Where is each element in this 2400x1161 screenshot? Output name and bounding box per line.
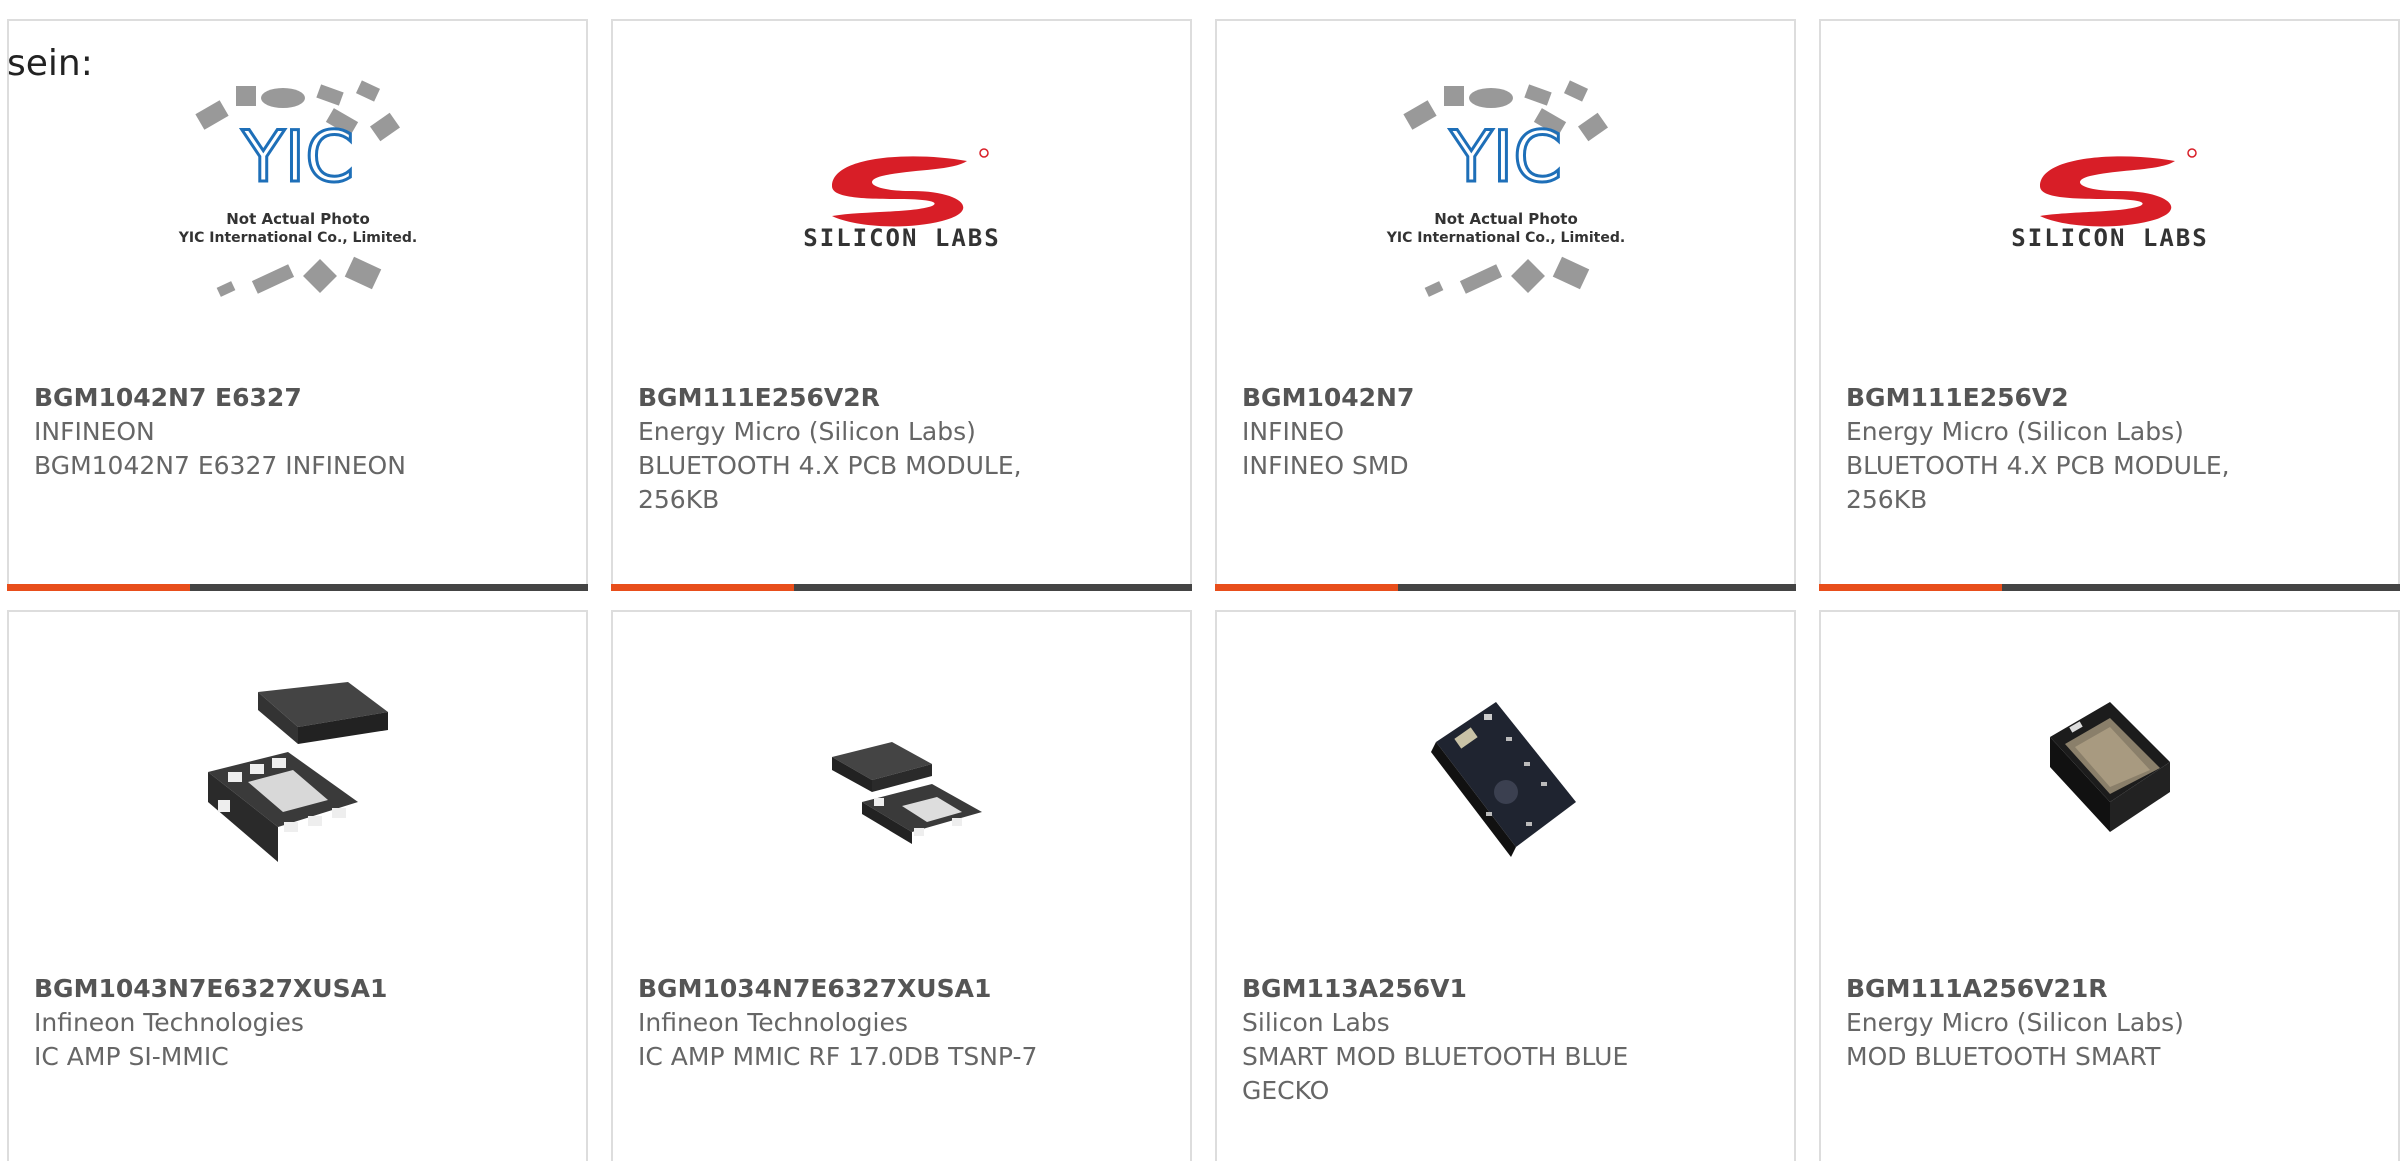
description: MOD BLUETOOTH SMART (1846, 1042, 2161, 1071)
svg-text:YIC: YIC (240, 116, 353, 198)
image-caption-2: YIC International Co., Limited. (177, 230, 416, 246)
product-card[interactable]: BGM1034N7E6327XUSA1 Infineon Technologie… (611, 610, 1192, 1161)
card-bottom-bar (7, 584, 588, 591)
silicon-labs-logo-icon: SILICON LABS (803, 148, 1000, 251)
manufacturer: Energy Micro (Silicon Labs) (1846, 1008, 2184, 1037)
part-number-link[interactable]: BGM1034N7E6327XUSA1 (638, 972, 1050, 1006)
manufacturer: Silicon Labs (1242, 1008, 1390, 1037)
image-caption-2: YIC International Co., Limited. (1385, 230, 1624, 246)
product-card[interactable]: YIC Not Actual Photo YIC International C… (1215, 19, 1796, 591)
description: IC AMP MMIC RF 17.0DB TSNP-7 (638, 1042, 1038, 1071)
description: BLUETOOTH 4.X PCB MODULE, 256KB (638, 451, 1022, 514)
card-bar-accent (1819, 584, 2002, 591)
manufacturer: Infineon Technologies (638, 1008, 908, 1037)
description: IC AMP SI-MMIC (34, 1042, 229, 1071)
product-info: BGM1042N7 INFINEO INFINEO SMD (1242, 381, 1654, 483)
yic-placeholder-image: YIC Not Actual Photo YIC International C… (1366, 80, 1646, 297)
product-info: BGM1043N7E6327XUSA1 Infineon Technologie… (34, 972, 446, 1074)
card-bottom-bar (611, 584, 1192, 591)
product-image (1366, 692, 1646, 872)
silicon-labs-logo: SILICON LABS (762, 101, 1042, 281)
product-grid-page: sein: YIC Not Actual Photo YIC Internati… (0, 0, 2400, 1161)
lead-text: sein: (7, 43, 93, 84)
card-bar-accent (611, 584, 794, 591)
card-bar-accent (7, 584, 190, 591)
product-card[interactable]: SILICON LABS BGM111E256V2 Energy Micro (… (1819, 19, 2400, 591)
description: BGM1042N7 E6327 INFINEON (34, 451, 406, 480)
manufacturer: INFINEO (1242, 417, 1345, 446)
part-number-link[interactable]: BGM1042N7 E6327 (34, 381, 446, 415)
product-info: BGM111E256V2R Energy Micro (Silicon Labs… (638, 381, 1050, 517)
part-number-link[interactable]: BGM1043N7E6327XUSA1 (34, 972, 446, 1006)
yic-placeholder-image: YIC Not Actual Photo YIC International C… (158, 80, 438, 297)
product-info: BGM1042N7 E6327 INFINEON BGM1042N7 E6327… (34, 381, 446, 483)
part-number-link[interactable]: BGM1042N7 (1242, 381, 1654, 415)
description: INFINEO SMD (1242, 451, 1409, 480)
product-card[interactable]: SILICON LABS BGM111E256V2R Energy Micro … (611, 19, 1192, 591)
part-number-link[interactable]: BGM111E256V2 (1846, 381, 2258, 415)
shielded-module-icon (2049, 702, 2170, 832)
silicon-labs-logo-icon: SILICON LABS (2011, 148, 2208, 251)
tsnp-package-icon (207, 682, 388, 862)
product-info: BGM111E256V2 Energy Micro (Silicon Labs)… (1846, 381, 2258, 517)
part-number-link[interactable]: BGM111A256V21R (1846, 972, 2258, 1006)
product-card[interactable]: BGM111A256V21R Energy Micro (Silicon Lab… (1819, 610, 2400, 1161)
logo-text: SILICON LABS (2011, 224, 2208, 251)
product-grid: YIC Not Actual Photo YIC International C… (0, 0, 2400, 1161)
manufacturer: INFINEON (34, 417, 155, 446)
card-bottom-bar (1215, 584, 1796, 591)
product-image (1970, 692, 2250, 872)
card-bar-accent (1215, 584, 1398, 591)
part-number-link[interactable]: BGM113A256V1 (1242, 972, 1654, 1006)
manufacturer: Energy Micro (Silicon Labs) (1846, 417, 2184, 446)
chip-collage-icon: YIC Not Actual Photo YIC International C… (1385, 80, 1625, 297)
part-number-link[interactable]: BGM111E256V2R (638, 381, 1050, 415)
product-card[interactable]: BGM113A256V1 Silicon Labs SMART MOD BLUE… (1215, 610, 1796, 1161)
product-image (158, 682, 438, 872)
logo-text: SILICON LABS (803, 224, 1000, 251)
description: SMART MOD BLUETOOTH BLUE GECKO (1242, 1042, 1629, 1105)
product-card[interactable]: BGM1043N7E6327XUSA1 Infineon Technologie… (7, 610, 588, 1161)
description: BLUETOOTH 4.X PCB MODULE, 256KB (1846, 451, 2230, 514)
pcb-module-icon (1430, 702, 1576, 857)
silicon-labs-logo: SILICON LABS (1970, 101, 2250, 281)
card-bottom-bar (1819, 584, 2400, 591)
manufacturer: Infineon Technologies (34, 1008, 304, 1037)
image-caption-1: Not Actual Photo (1434, 210, 1578, 228)
chip-collage-icon: YIC Not Actual Photo YIC International C… (177, 80, 417, 297)
product-card[interactable]: YIC Not Actual Photo YIC International C… (7, 19, 588, 591)
product-info: BGM111A256V21R Energy Micro (Silicon Lab… (1846, 972, 2258, 1074)
tsnp-package-icon (831, 742, 982, 844)
product-info: BGM113A256V1 Silicon Labs SMART MOD BLUE… (1242, 972, 1654, 1108)
product-image (762, 692, 1042, 872)
image-caption-1: Not Actual Photo (226, 210, 370, 228)
manufacturer: Energy Micro (Silicon Labs) (638, 417, 976, 446)
svg-text:YIC: YIC (1448, 116, 1561, 198)
product-info: BGM1034N7E6327XUSA1 Infineon Technologie… (638, 972, 1050, 1074)
